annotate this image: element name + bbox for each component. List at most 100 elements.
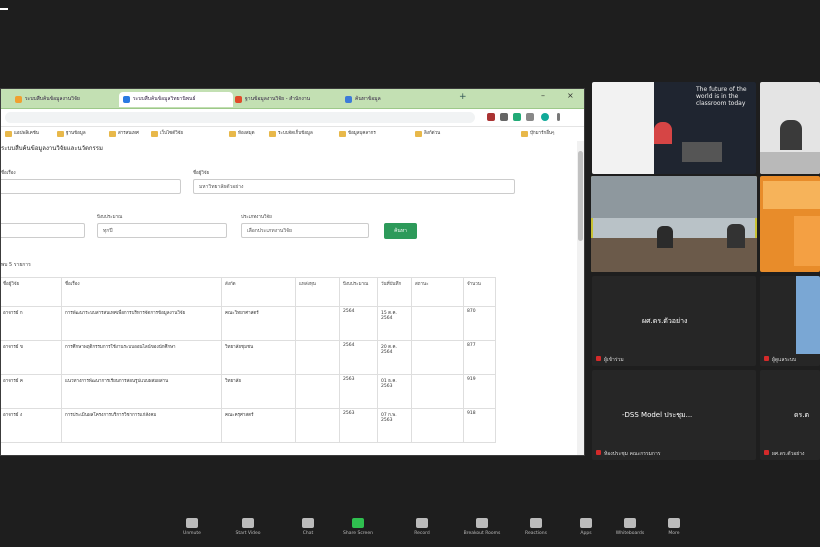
breakout-rooms-button[interactable]: Breakout Rooms	[460, 514, 504, 536]
search-button[interactable]: ค้นหา	[384, 223, 417, 239]
participant-video	[796, 276, 820, 354]
bookmark-item[interactable]: ห้องสมุด	[229, 130, 255, 138]
record-button[interactable]: Record	[400, 514, 444, 536]
year-field[interactable]: ทุกปี	[97, 223, 227, 238]
researcher-field[interactable]: มหาวิทยาลัยตัวอย่าง	[193, 179, 515, 194]
page-title: ระบบสืบค้นข้อมูลงานวิจัยและนวัตกรรม	[1, 145, 103, 152]
participant-tile-8[interactable]: -DSS Model ประชุม... ห้องประชุม คณะกรรมก…	[592, 370, 756, 460]
column-header[interactable]: ปีงบประมาณ	[339, 277, 378, 307]
address-bar-row	[1, 109, 584, 127]
column-header[interactable]: แหล่งทุน	[295, 277, 340, 307]
table-row[interactable]: อาจารย์ ข การศึกษาพฤติกรรมการใช้งานระบบอ…	[1, 340, 496, 375]
bookmark-item[interactable]: ฐานข้อมูล	[57, 130, 86, 138]
bookmark-item[interactable]: บุ๊กมาร์กอื่นๆ	[521, 130, 554, 138]
bookmark-item[interactable]: ระบบจัดเก็บข้อมูล	[269, 130, 313, 138]
type-field[interactable]: เลือกประเภทงานวิจัย	[241, 223, 369, 238]
slide-text: The future of the world is in the classr…	[696, 86, 747, 107]
title-field[interactable]	[1, 179, 181, 194]
address-bar[interactable]	[5, 112, 475, 123]
bookmark-icon	[269, 131, 276, 137]
table-row[interactable]: อาจารย์ ก การพัฒนาระบบสารสนเทศเพื่อการบร…	[1, 306, 496, 341]
scrollbar-thumb[interactable]	[578, 151, 583, 241]
column-header[interactable]: วันที่บันทึก	[377, 277, 412, 307]
column-header[interactable]: ชื่อผู้วิจัย	[1, 277, 62, 307]
table-cell	[411, 340, 464, 375]
bookmark-icon	[109, 131, 116, 137]
minimize-button[interactable]: –	[541, 91, 545, 100]
shared-screen: ระบบสืบค้นข้อมูลงานวิจัย ระบบสืบค้นข้อมู…	[0, 88, 585, 456]
table-cell: 877	[463, 340, 496, 375]
table-cell	[295, 374, 340, 409]
table-cell: การศึกษาพฤติกรรมการใช้งานระบบออนไลน์ของน…	[61, 340, 222, 375]
participant-tile-7[interactable]: ผู้ดูแลระบบ	[760, 276, 820, 366]
extension-icon[interactable]	[513, 113, 521, 121]
record-icon	[416, 518, 428, 528]
researcher-field-label: ชื่อผู้วิจัย	[193, 171, 210, 176]
table-cell: แนวทางการพัฒนาการเรียนการสอนรูปแบบผสมผสา…	[61, 374, 222, 409]
participant-tile-9[interactable]: ดร.ต ผศ.ดร.ตัวอย่าง	[760, 370, 820, 460]
reactions-button[interactable]: Reactions	[514, 514, 558, 536]
tab-favicon-icon	[235, 96, 242, 103]
table-cell: 20 ต.ค. 2564	[377, 340, 412, 375]
more-button[interactable]: More	[652, 514, 696, 536]
participant-tile-2[interactable]	[760, 82, 820, 174]
share-screen-button[interactable]: Share Screen	[336, 514, 380, 536]
bookmark-item[interactable]: แอปพลิเคชัน	[5, 130, 39, 138]
table-cell: 01 ธ.ค. 2563	[377, 374, 412, 409]
browser-tab-1[interactable]: ระบบสืบค้นข้อมูลงานวิจัย	[11, 92, 123, 107]
extension-icon[interactable]	[487, 113, 495, 121]
table-cell: 2563	[339, 408, 378, 443]
profile-icon[interactable]	[541, 113, 549, 121]
participant-tile-3-active[interactable]	[591, 176, 757, 272]
table-cell: วิทยาลัยชุมชน	[221, 340, 296, 375]
participant-caption: ผู้ดูแลระบบ	[772, 357, 797, 363]
window-indicator	[0, 8, 8, 10]
column-header[interactable]: สังกัด	[221, 277, 296, 307]
extension-icon[interactable]	[526, 113, 534, 121]
table-cell: วิทยาลัย	[221, 374, 296, 409]
meeting-toolbar: Unmute Start Video Chat Share Screen Rec…	[0, 514, 820, 547]
field-3[interactable]	[1, 223, 85, 238]
reaction-icon	[530, 518, 542, 528]
result-count: พบ 5 รายการ	[1, 262, 31, 268]
bookmark-item[interactable]: ข้อมูลบุคลากร	[339, 130, 376, 138]
slide-graphic	[763, 181, 820, 209]
table-row[interactable]: อาจารย์ ค แนวทางการพัฒนาการเรียนการสอนรู…	[1, 374, 496, 409]
table-cell	[411, 408, 464, 443]
bookmark-item[interactable]: ลิงก์ด่วน	[415, 130, 440, 138]
mute-button[interactable]: Unmute	[170, 514, 214, 536]
table-cell: 15 ต.ค. 2564	[377, 306, 412, 341]
close-button[interactable]: ×	[567, 91, 574, 100]
participant-tile-4[interactable]	[760, 176, 820, 272]
whiteboard-button[interactable]: Whiteboards	[608, 514, 652, 536]
type-field-label: ประเภทงานวิจัย	[241, 215, 272, 220]
participant-tile-6[interactable]: ผศ.ดร.ตัวอย่าง ผู้เข้าร่วม	[592, 276, 756, 366]
new-tab-button[interactable]: +	[459, 92, 467, 102]
video-button[interactable]: Start Video	[226, 514, 270, 536]
participant-caption: ผู้เข้าร่วม	[604, 357, 624, 363]
column-header[interactable]: สถานะ	[411, 277, 464, 307]
column-header[interactable]: ชื่อเรื่อง	[61, 277, 222, 307]
participant-tile-1[interactable]: The future of the world is in the classr…	[592, 82, 756, 174]
apps-button[interactable]: Apps	[564, 514, 608, 536]
column-header[interactable]: จำนวน	[463, 277, 496, 307]
table-cell: 919	[463, 374, 496, 409]
bookmark-icon	[5, 131, 12, 137]
bookmark-item[interactable]: สารสนเทศ	[109, 130, 139, 138]
chat-button[interactable]: Chat	[286, 514, 330, 536]
table-cell: การประเมินผลโครงการบริการวิชาการแก่สังคม	[61, 408, 222, 443]
browser-tab-4[interactable]: ค้นหาข้อมูล	[341, 92, 455, 107]
menu-icon[interactable]	[557, 113, 560, 121]
page-scrollbar[interactable]	[577, 141, 584, 455]
browser-tab-3[interactable]: ฐานข้อมูลงานวิจัย - สำนักงาน	[231, 92, 345, 107]
tab-label: ฐานข้อมูลงานวิจัย - สำนักงาน	[245, 96, 311, 102]
browser-tab-2[interactable]: ระบบสืบค้นข้อมูลวิทยานิพนธ์	[119, 92, 233, 107]
microphone-icon	[186, 518, 198, 528]
table-row[interactable]: อาจารย์ ง การประเมินผลโครงการบริการวิชาก…	[1, 408, 496, 443]
extension-icon[interactable]	[500, 113, 508, 121]
tab-label: ระบบสืบค้นข้อมูลงานวิจัย	[25, 96, 80, 102]
share-screen-icon	[352, 518, 364, 528]
bookmark-item[interactable]: เว็บไซต์วิจัย	[151, 130, 183, 138]
muted-mic-icon	[764, 356, 769, 361]
tab-favicon-icon	[123, 96, 130, 103]
